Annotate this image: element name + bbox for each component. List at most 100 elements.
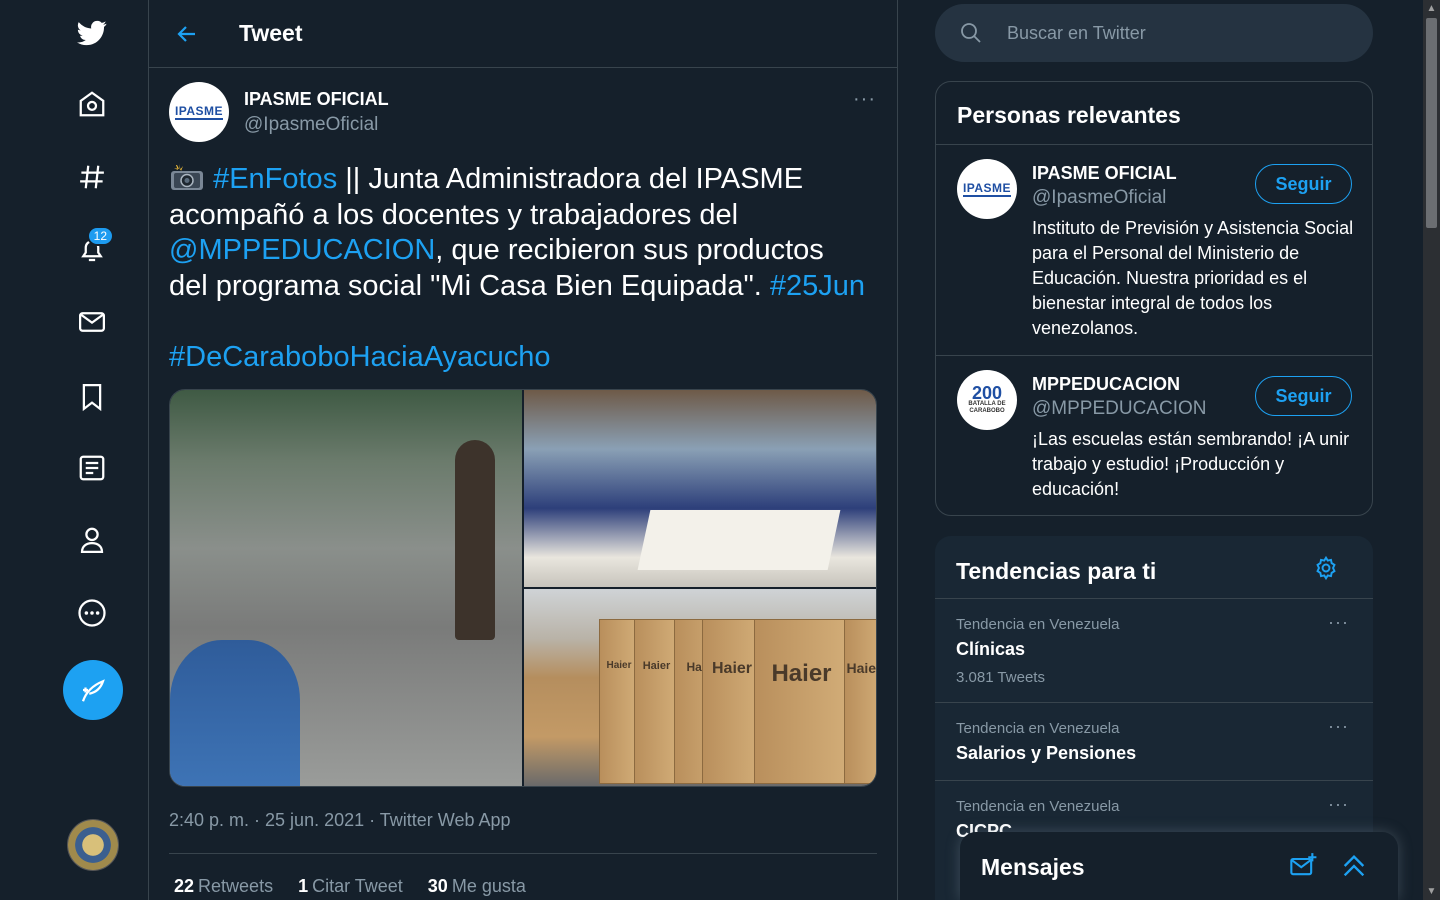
search-icon — [961, 23, 981, 43]
hashtag-decarabobo-link[interactable]: #DeCaraboboHaciaAyacucho — [169, 341, 551, 373]
more-circle-icon — [78, 599, 106, 627]
back-button[interactable] — [173, 20, 201, 48]
divider — [936, 355, 1372, 356]
author-avatar[interactable]: IPASME — [169, 82, 229, 142]
person-name[interactable]: IPASME OFICIAL — [1032, 163, 1177, 184]
person-avatar-ipasme[interactable]: IPASME — [957, 159, 1017, 219]
messages-drawer[interactable]: Mensajes — [960, 832, 1398, 900]
trend-context: Tendencia en Venezuela — [956, 616, 1120, 633]
page-scrollbar[interactable]: ▲ ▼ — [1423, 0, 1440, 900]
author-name[interactable]: IPASME OFICIAL — [244, 89, 389, 110]
bicentenario-logo: 200 BATALLA DE CARABOBO — [957, 383, 1017, 415]
trends-title: Tendencias para ti — [956, 558, 1157, 584]
person-bio: ¡Las escuelas están sembrando! ¡A unir t… — [1032, 429, 1350, 499]
hashtag-25jun-link[interactable]: #25Jun — [770, 270, 865, 302]
trend-item[interactable]: Tendencia en Venezuela Salarios y Pensio… — [935, 702, 1373, 780]
nav-explore[interactable] — [62, 147, 122, 207]
new-message-icon[interactable] — [1289, 852, 1317, 880]
box-label: Haier — [702, 619, 762, 784]
tweet-timestamp[interactable]: 2:40 p. m. · 25 jun. 2021 · Twitter Web … — [169, 810, 511, 831]
compose-tweet-button[interactable] — [63, 660, 123, 720]
messages-title: Mensajes — [981, 854, 1085, 880]
quotes-label: Citar Tweet — [312, 876, 403, 896]
relevant-people-panel: Personas relevantes IPASME IPASME OFICIA… — [935, 81, 1373, 516]
box-label: Haier — [844, 619, 876, 784]
retweets-count: 22 — [174, 876, 195, 896]
search-input[interactable] — [1007, 22, 1337, 44]
scroll-thumb[interactable] — [1426, 18, 1437, 228]
logo-number: 200 — [971, 383, 1003, 403]
relevant-people-title: Personas relevantes — [957, 102, 1181, 128]
nav-more[interactable] — [62, 583, 122, 643]
likes-label: Me gusta — [451, 876, 526, 896]
chevron-double-up-icon[interactable] — [1340, 852, 1368, 880]
trend-item[interactable]: Tendencia en Venezuela Clínicas 3.081 Tw… — [935, 598, 1373, 702]
box-label: Haier — [599, 619, 639, 784]
tweet-photo-1[interactable] — [170, 390, 522, 786]
trend-context: Tendencia en Venezuela — [956, 798, 1120, 815]
trend-count: 3.081 Tweets — [956, 669, 1045, 686]
trend-more-icon[interactable]: ··· — [1328, 794, 1349, 815]
person-handle[interactable]: @MPPEDUCACION — [1032, 398, 1206, 420]
divider — [936, 144, 1372, 145]
trend-more-icon[interactable]: ··· — [1328, 716, 1349, 737]
box-label: Haier — [634, 619, 679, 784]
retweets-label: Retweets — [198, 876, 274, 896]
search-box[interactable] — [935, 4, 1373, 62]
person-bio: Instituto de Previsión y Asistencia Soci… — [1032, 218, 1354, 338]
trend-more-icon[interactable]: ··· — [1328, 612, 1349, 633]
tweet-media-grid: Haier Haier Haier Haier Haier Haier — [169, 389, 877, 787]
tweet-column: Tweet IPASME IPASME OFICIAL @IpasmeOfici… — [148, 0, 898, 900]
hashtag-icon — [80, 165, 104, 189]
quotes-stat[interactable]: 1 Citar Tweet — [298, 876, 403, 897]
likes-count: 30 — [427, 876, 448, 896]
trend-name: Clínicas — [956, 639, 1026, 659]
likes-stat[interactable]: 30 Me gusta — [428, 876, 526, 897]
follow-button[interactable]: Seguir — [1255, 164, 1352, 204]
logo-subtext: BATALLA DE CARABOBO — [968, 401, 1006, 414]
home-icon — [79, 91, 105, 117]
author-handle[interactable]: @IpasmeOficial — [244, 114, 378, 136]
page-title: Tweet — [239, 20, 303, 46]
nav-home[interactable] — [62, 74, 122, 134]
feather-plus-icon — [81, 679, 105, 702]
nav-profile[interactable] — [62, 510, 122, 570]
person-avatar-mppeducacion[interactable]: 200 BATALLA DE CARABOBO — [957, 370, 1017, 430]
arrow-left-icon — [177, 25, 195, 42]
ipasme-logo: IPASME — [962, 181, 1012, 197]
nav-lists[interactable] — [62, 438, 122, 498]
list-icon — [79, 455, 105, 481]
hashtag-enfotos-link[interactable]: #EnFotos — [213, 163, 337, 195]
column-header: Tweet — [149, 0, 897, 68]
twitter-logo-icon[interactable] — [62, 3, 122, 63]
person-name[interactable]: MPPEDUCACION — [1032, 374, 1180, 395]
twitter-bird-icon — [77, 20, 107, 46]
person-handle[interactable]: @IpasmeOficial — [1032, 187, 1166, 209]
nav-notifications[interactable]: 12 — [62, 220, 122, 280]
ipasme-logo: IPASME — [174, 104, 224, 120]
left-navigation: 12 — [0, 0, 148, 900]
trend-name: Salarios y Pensiones — [956, 743, 1137, 763]
trend-context: Tendencia en Venezuela — [956, 720, 1120, 737]
nav-messages[interactable] — [62, 292, 122, 352]
scroll-down-arrow-icon[interactable]: ▼ — [1423, 883, 1440, 900]
divider — [169, 853, 877, 854]
tweet-photo-3[interactable]: Haier Haier Haier Haier Haier Haier — [524, 589, 876, 786]
retweets-stat[interactable]: 22 Retweets — [174, 876, 273, 897]
nav-bookmarks[interactable] — [62, 367, 122, 427]
follow-button[interactable]: Seguir — [1255, 376, 1352, 416]
tweet-more-options-icon[interactable]: ··· — [853, 88, 877, 110]
camera-flash-emoji-icon — [171, 164, 203, 190]
tweet-photo-2[interactable] — [524, 390, 876, 587]
gear-icon[interactable] — [1313, 555, 1339, 581]
envelope-icon — [79, 312, 105, 332]
mention-mppeducacion-link[interactable]: @MPPEDUCACION — [169, 234, 435, 266]
account-avatar[interactable] — [67, 819, 119, 871]
scroll-up-arrow-icon[interactable]: ▲ — [1423, 0, 1440, 17]
bookmark-icon — [82, 384, 102, 412]
box-label: Haier — [754, 619, 849, 784]
tweet-stats: 22 Retweets 1 Citar Tweet 30 Me gusta — [174, 876, 526, 897]
tweet-text: #EnFotos || Junta Administradora del IPA… — [169, 162, 869, 375]
notifications-badge: 12 — [86, 226, 114, 246]
quotes-count: 1 — [298, 876, 309, 896]
